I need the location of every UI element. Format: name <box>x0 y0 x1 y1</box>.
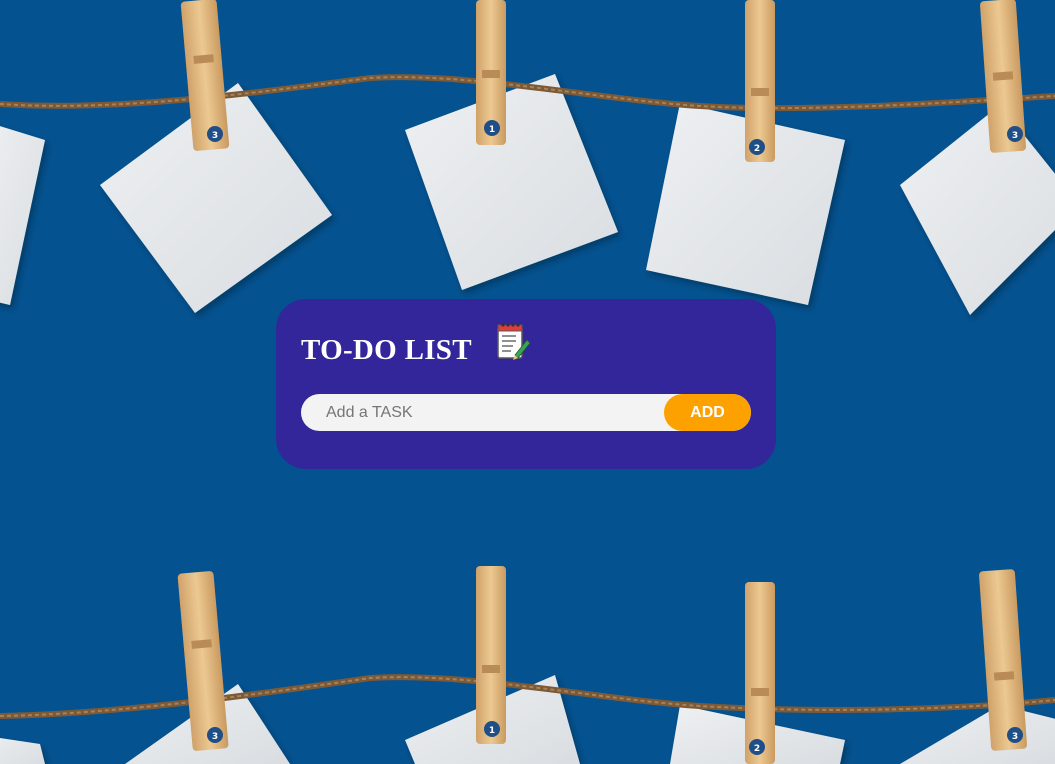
svg-text:1: 1 <box>489 726 495 736</box>
add-task-button[interactable]: ADD <box>664 394 751 431</box>
paper-note <box>0 738 45 764</box>
clothespin: 1 <box>476 566 506 744</box>
clothespin: 2 <box>745 582 775 764</box>
notepad-checklist-icon <box>495 322 531 362</box>
svg-text:3: 3 <box>1012 131 1018 141</box>
clothespin: 2 <box>745 0 775 162</box>
svg-text:3: 3 <box>212 732 218 742</box>
task-input[interactable] <box>301 394 681 431</box>
svg-text:3: 3 <box>1012 732 1018 742</box>
app-title: TO-DO LIST <box>301 333 472 366</box>
svg-text:3: 3 <box>212 131 218 141</box>
top-clothesline: 3 1 2 3 <box>0 0 1055 315</box>
svg-text:1: 1 <box>489 125 495 135</box>
svg-text:2: 2 <box>754 744 760 754</box>
title-row: TO-DO LIST <box>301 323 751 373</box>
clothespin: 1 <box>476 0 506 145</box>
paper-note <box>405 74 618 290</box>
task-form: ADD <box>301 394 751 431</box>
paper-note <box>900 105 1055 315</box>
bottom-clothesline: 3 1 2 3 <box>0 566 1055 764</box>
paper-note <box>0 126 45 305</box>
todo-card: TO-DO LIST ADD <box>276 299 776 469</box>
svg-text:2: 2 <box>754 144 760 154</box>
paper-note <box>900 705 1055 764</box>
page: { "app": { "title": "TO-DO LIST", "title… <box>0 0 1055 764</box>
